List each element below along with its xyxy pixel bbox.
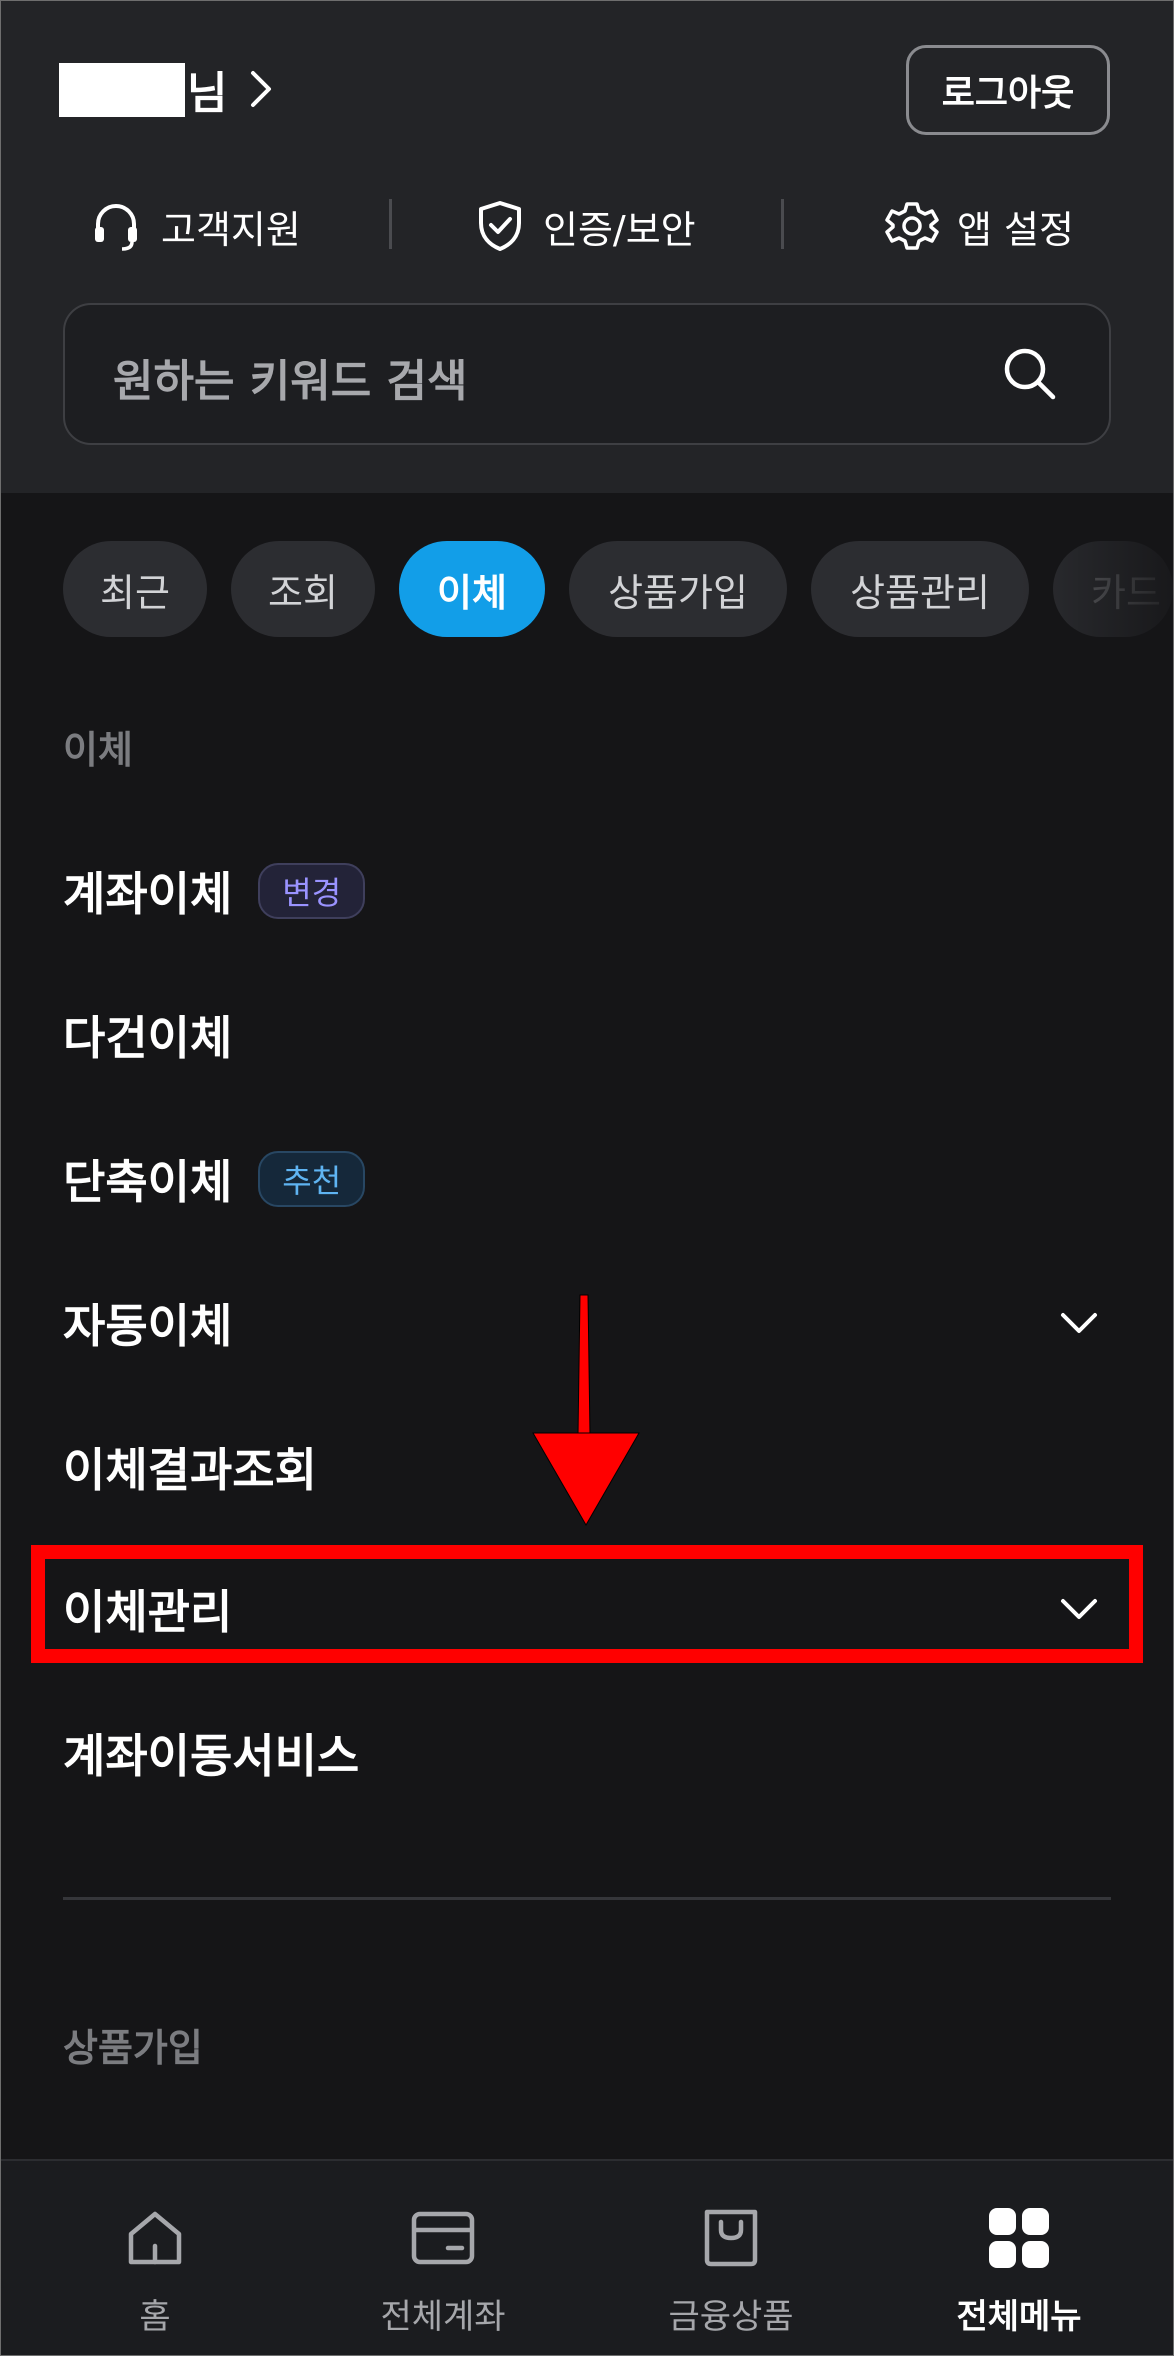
user-greeting[interactable]: 님 — [187, 59, 273, 119]
home-icon — [123, 2201, 187, 2275]
nav-label: 전체메뉴 — [956, 2297, 1082, 2337]
search-placeholder: 원하는 키워드 검색 — [113, 356, 468, 407]
card-icon — [410, 2201, 476, 2275]
nav-home[interactable]: 홈 — [35, 2201, 275, 2341]
chip-product-manage[interactable]: 상품관리 — [811, 541, 1029, 637]
nav-label: 전체계좌 — [380, 2297, 506, 2337]
chevron-down-icon[interactable] — [1059, 1311, 1099, 1335]
next-section-title: 상품가입 — [63, 2026, 203, 2070]
menu-item-bulk-transfer[interactable]: 다건이체 — [63, 985, 1111, 1085]
quick-link-settings[interactable]: 앱 설정 — [885, 191, 1074, 261]
menu-item-account-switch-service[interactable]: 계좌이동서비스 — [63, 1703, 1111, 1803]
bottom-navigation: 홈 전체계좌 금융상품 전체메뉴 — [1, 2159, 1173, 2355]
quick-link-security[interactable]: 인증/보안 — [475, 191, 696, 261]
nav-all-accounts[interactable]: 전체계좌 — [323, 2201, 563, 2341]
menu-item-label: 계좌이동서비스 — [63, 1729, 360, 1783]
quick-link-support[interactable]: 고객지원 — [89, 191, 301, 261]
quick-link-label: 고객지원 — [161, 207, 301, 252]
logout-button[interactable]: 로그아웃 — [906, 45, 1110, 135]
menu-item-label: 다건이체 — [63, 1011, 233, 1065]
user-name-redacted — [59, 63, 185, 117]
grid-menu-icon — [987, 2201, 1051, 2275]
badge-recommended: 추천 — [258, 1151, 366, 1207]
menu-item-account-transfer[interactable]: 계좌이체 변경 — [63, 841, 1111, 941]
menu-item-quick-transfer[interactable]: 단축이체 추천 — [63, 1129, 1111, 1229]
chip-recent[interactable]: 최근 — [63, 541, 207, 637]
chevron-right-icon — [249, 69, 273, 109]
section-title: 이체 — [63, 728, 133, 772]
chip-product-signup[interactable]: 상품가입 — [569, 541, 787, 637]
app-screen: 님 로그아웃 고객지원 인증/보안 앱 설정 원하는 키워드 검색 최근 조회 … — [0, 0, 1174, 2356]
shopping-bag-icon — [701, 2201, 761, 2275]
menu-item-label: 단축이체 — [63, 1155, 233, 1209]
quick-link-label: 앱 설정 — [957, 207, 1074, 252]
chip-transfer[interactable]: 이체 — [399, 541, 545, 637]
highlight-box-annotation — [31, 1545, 1143, 1663]
nav-financial-products[interactable]: 금융상품 — [611, 2201, 851, 2341]
divider — [389, 199, 392, 249]
menu-item-label: 이체결과조회 — [63, 1443, 317, 1497]
search-input[interactable]: 원하는 키워드 검색 — [63, 303, 1111, 445]
scroll-fade-overlay — [1021, 531, 1173, 647]
section-divider — [63, 1897, 1111, 1900]
headset-icon — [89, 199, 143, 253]
chip-inquiry[interactable]: 조회 — [231, 541, 375, 637]
red-arrow-annotation — [532, 1294, 640, 1527]
header-panel: 님 로그아웃 고객지원 인증/보안 앱 설정 원하는 키워드 검색 — [1, 1, 1173, 493]
nav-all-menu[interactable]: 전체메뉴 — [899, 2201, 1139, 2341]
menu-item-label: 자동이체 — [63, 1299, 233, 1353]
nav-label: 홈 — [139, 2297, 171, 2337]
gear-icon — [885, 199, 939, 253]
nav-label: 금융상품 — [668, 2297, 794, 2337]
shield-check-icon — [475, 199, 525, 253]
search-icon[interactable] — [1001, 345, 1059, 407]
badge-changed: 변경 — [258, 863, 366, 919]
divider — [781, 199, 784, 249]
quick-link-label: 인증/보안 — [543, 207, 696, 252]
greeting-suffix: 님 — [187, 68, 228, 119]
menu-item-label: 계좌이체 — [63, 867, 233, 921]
